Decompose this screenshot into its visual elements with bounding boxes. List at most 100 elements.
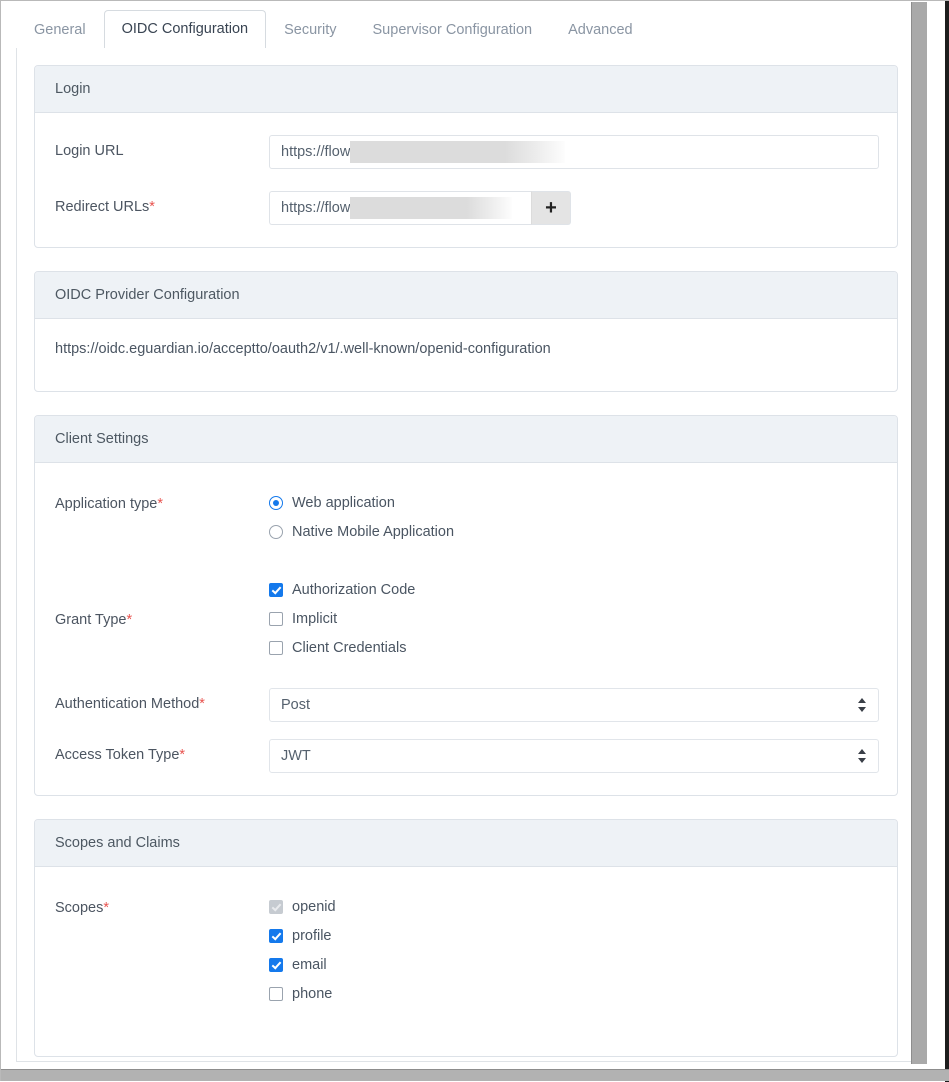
authentication-method-control: Post — [269, 688, 879, 722]
scrollbar-thumb[interactable] — [912, 2, 927, 1064]
redirect-urls-label: Redirect URLs* — [55, 191, 269, 215]
login-panel-body: Login URL https://flow Redirect URLs* ht… — [35, 113, 897, 247]
application-type-required-marker: * — [157, 496, 164, 512]
checkbox-option-profile[interactable]: profile — [269, 921, 877, 950]
authentication-method-select-wrap: Post — [269, 688, 879, 722]
client-settings-panel-body: Application type* Web application Native… — [35, 463, 897, 795]
checkbox-icon-checked[interactable] — [269, 957, 283, 972]
client-settings-panel-title: Client Settings — [35, 416, 897, 463]
checkbox-option-client-credentials[interactable]: Client Credentials — [269, 633, 877, 662]
scopes-label: Scopes* — [55, 889, 269, 916]
checkbox-option-phone[interactable]: phone — [269, 979, 877, 1008]
authentication-method-required-marker: * — [199, 696, 205, 712]
tab-advanced[interactable]: Advanced — [550, 11, 651, 49]
oidc-provider-url[interactable]: https://oidc.eguardian.io/acceptto/oauth… — [55, 331, 877, 379]
checkbox-icon-unchecked[interactable] — [269, 611, 283, 626]
window-right-edge — [945, 1, 949, 1082]
checkbox-option-openid: openid — [269, 892, 877, 921]
login-url-label: Login URL — [55, 135, 269, 159]
access-token-type-required-marker: * — [179, 747, 186, 763]
authentication-method-select[interactable]: Post — [269, 688, 879, 722]
scopes-and-claims-panel: Scopes and Claims Scopes* openid profile… — [34, 819, 898, 1057]
window-content: General OIDC Configuration Security Supe… — [2, 2, 931, 1064]
checkbox-label-openid: openid — [292, 898, 336, 915]
authentication-method-label: Authentication Method* — [55, 688, 269, 712]
redirect-urls-input-group: https://flow + — [269, 191, 571, 225]
scopes-required-marker: * — [103, 900, 110, 916]
radio-label-native-mobile-application: Native Mobile Application — [292, 523, 455, 540]
oidc-provider-panel-body: https://oidc.eguardian.io/acceptto/oauth… — [35, 319, 897, 391]
redirect-urls-row: Redirect URLs* https://flow + — [55, 191, 877, 225]
grant-type-label-text: Grant Type — [55, 612, 127, 628]
tab-security[interactable]: Security — [266, 11, 354, 49]
checkbox-label-implicit: Implicit — [292, 610, 338, 627]
checkbox-label-profile: profile — [292, 927, 332, 944]
checkbox-label-client-credentials: Client Credentials — [292, 639, 407, 656]
checkbox-option-email[interactable]: email — [269, 950, 877, 979]
authentication-method-value: Post — [281, 697, 311, 713]
grant-type-options: Authorization Code Implicit Client Crede… — [269, 572, 877, 662]
radio-icon-unchecked[interactable] — [269, 524, 283, 539]
app-window: General OIDC Configuration Security Supe… — [0, 0, 949, 1082]
access-token-type-row: Access Token Type* JWT — [55, 739, 879, 773]
scopes-label-text: Scopes — [55, 900, 104, 916]
client-settings-panel: Client Settings Application type* Web ap… — [34, 415, 898, 796]
radio-icon-checked[interactable] — [269, 495, 283, 510]
access-token-type-label: Access Token Type* — [55, 739, 269, 763]
checkbox-icon-unchecked[interactable] — [269, 986, 283, 1001]
access-token-type-label-text: Access Token Type — [55, 747, 180, 763]
login-url-redaction — [350, 141, 566, 163]
redirect-urls-control: https://flow + — [269, 191, 877, 225]
plus-icon: + — [545, 197, 557, 219]
scopes-panel-title: Scopes and Claims — [35, 820, 897, 867]
login-panel-title: Login — [35, 66, 897, 113]
login-panel: Login Login URL https://flow Redirect UR… — [34, 65, 898, 248]
tab-bar: General OIDC Configuration Security Supe… — [16, 10, 916, 49]
access-token-type-control: JWT — [269, 739, 879, 773]
grant-type-required-marker: * — [126, 612, 133, 628]
window-bottom-edge — [1, 1069, 949, 1081]
application-type-label-text: Application type — [55, 496, 158, 512]
login-url-label-text: Login URL — [55, 143, 124, 159]
application-type-options: Web application Native Mobile Applicatio… — [269, 485, 877, 546]
authentication-method-label-text: Authentication Method — [55, 696, 200, 712]
scopes-options: openid profile email phone — [269, 889, 877, 1008]
vertical-scrollbar[interactable] — [911, 2, 927, 1064]
scopes-panel-body: Scopes* openid profile email phone — [35, 867, 897, 1056]
oidc-provider-panel-title: OIDC Provider Configuration — [35, 272, 897, 319]
checkbox-label-authorization-code: Authorization Code — [292, 581, 416, 598]
radio-option-native-mobile-application[interactable]: Native Mobile Application — [269, 517, 877, 546]
tab-content-pane: Login Login URL https://flow Redirect UR… — [16, 48, 916, 1062]
redirect-url-input[interactable]: https://flow — [269, 191, 531, 225]
login-url-input[interactable]: https://flow — [269, 135, 879, 169]
grant-type-label: Grant Type* — [55, 572, 269, 628]
scopes-row: Scopes* openid profile email phone — [55, 889, 877, 1008]
add-redirect-url-button[interactable]: + — [531, 191, 571, 225]
checkbox-option-implicit[interactable]: Implicit — [269, 604, 877, 633]
redirect-urls-required-marker: * — [149, 199, 155, 215]
tab-supervisor-configuration[interactable]: Supervisor Configuration — [355, 11, 551, 49]
tab-general[interactable]: General — [16, 11, 104, 49]
access-token-type-select-wrap: JWT — [269, 739, 879, 773]
redirect-url-redaction — [350, 197, 513, 219]
redirect-url-value: https://flow — [281, 200, 351, 216]
radio-label-web-application: Web application — [292, 494, 395, 511]
tab-oidc-configuration[interactable]: OIDC Configuration — [103, 10, 267, 49]
application-type-row: Application type* Web application Native… — [55, 485, 877, 546]
login-url-value: https://flow — [281, 144, 351, 160]
redirect-urls-label-text: Redirect URLs — [55, 199, 150, 215]
checkbox-label-phone: phone — [292, 985, 333, 1002]
checkbox-icon-unchecked[interactable] — [269, 640, 283, 655]
checkbox-icon-checked[interactable] — [269, 582, 283, 597]
authentication-method-row: Authentication Method* Post — [55, 688, 879, 722]
oidc-provider-configuration-panel: OIDC Provider Configuration https://oidc… — [34, 271, 898, 392]
grant-type-row: Grant Type* Authorization Code Implicit — [55, 572, 877, 662]
checkbox-option-authorization-code[interactable]: Authorization Code — [269, 575, 877, 604]
radio-option-web-application[interactable]: Web application — [269, 488, 877, 517]
application-type-label: Application type* — [55, 485, 269, 512]
checkbox-icon-checked-disabled — [269, 899, 283, 914]
access-token-type-select[interactable]: JWT — [269, 739, 879, 773]
login-url-control: https://flow — [269, 135, 879, 169]
checkbox-icon-checked[interactable] — [269, 928, 283, 943]
login-url-row: Login URL https://flow — [55, 135, 879, 169]
